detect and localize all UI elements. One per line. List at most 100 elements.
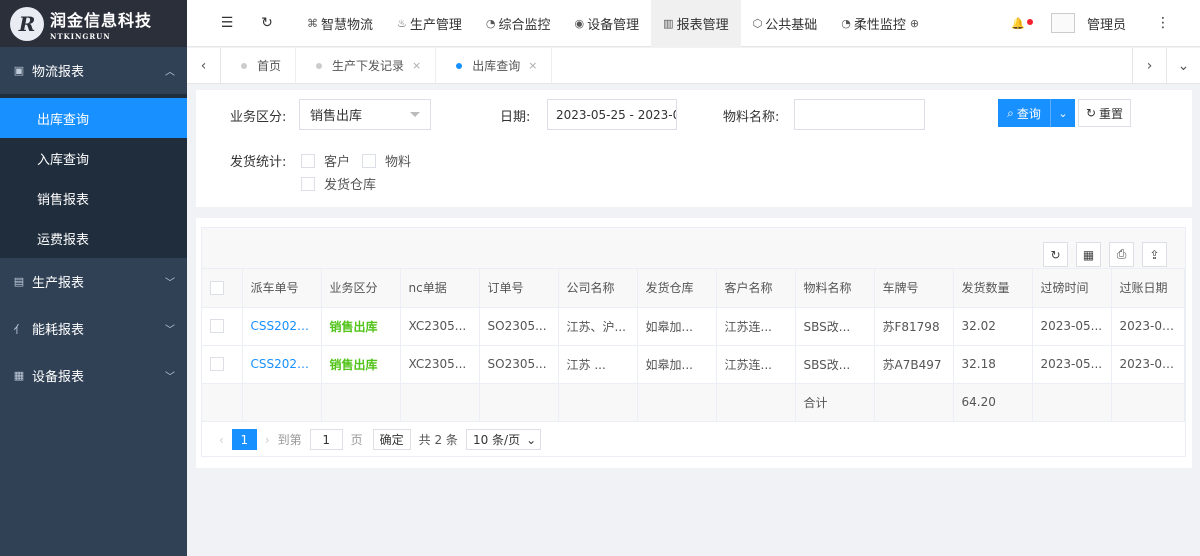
columns-icon[interactable]: ▦ bbox=[1076, 242, 1101, 267]
username[interactable]: 管理员 bbox=[1087, 14, 1126, 33]
sidebar-item-sales-report[interactable]: 销售报表 bbox=[0, 178, 187, 218]
page-label: 页 bbox=[350, 433, 363, 447]
row-checkbox[interactable] bbox=[210, 357, 224, 371]
business-type-select[interactable]: 销售出库 bbox=[299, 99, 431, 130]
nav-production[interactable]: ♨ 生产管理 bbox=[385, 0, 474, 47]
table-cell: SBS改... bbox=[795, 307, 875, 346]
sidebar: R 润金信息科技 NTKINGRUN ▣ 物流报表 ︿ 出库查询 入库查询 销售… bbox=[0, 0, 187, 556]
table-cell: SBS改... bbox=[795, 345, 875, 384]
column-header: 发货数量 bbox=[953, 269, 1033, 308]
avatar[interactable] bbox=[1050, 13, 1075, 33]
date-range-input[interactable]: 2023-05-25 - 2023-05-25 bbox=[547, 99, 677, 130]
material-name-input[interactable] bbox=[794, 99, 925, 130]
nav-equipment[interactable]: ◉ 设备管理 bbox=[563, 0, 652, 47]
column-header: 车牌号 bbox=[874, 269, 954, 308]
query-button[interactable]: ⌕ 查询 ⌄ bbox=[998, 99, 1075, 127]
table-cell: 如皋加... bbox=[637, 307, 717, 346]
table-cell: XC2305... bbox=[400, 307, 480, 346]
goto-page-input[interactable]: 1 bbox=[309, 429, 343, 450]
tab-home[interactable]: 首页 bbox=[221, 48, 297, 83]
column-header: 业务区分 bbox=[321, 269, 401, 308]
menu-equipment-reports[interactable]: ▦ 设备报表 ﹀ bbox=[0, 352, 187, 399]
refresh-icon[interactable]: ↻ bbox=[1043, 242, 1068, 267]
dispatch-no-link[interactable]: CSS2023... bbox=[242, 345, 322, 384]
table-cell: SO2305... bbox=[479, 345, 559, 384]
close-icon[interactable]: × bbox=[412, 59, 421, 72]
checkbox-material[interactable]: 物料 bbox=[362, 151, 411, 170]
report-icon: ▣ bbox=[13, 64, 25, 77]
nav-public-base[interactable]: ⬡ 公共基础 bbox=[741, 0, 830, 47]
nav-flex-monitoring[interactable]: ◔ 柔性监控 ⊕ bbox=[829, 0, 934, 47]
checkbox-customer[interactable]: 客户 bbox=[301, 151, 350, 170]
confirm-button[interactable]: 确定 bbox=[372, 429, 411, 450]
summary-row: 合计 64.20 bbox=[202, 383, 1185, 422]
nav-reports[interactable]: ▥ 报表管理 bbox=[651, 0, 741, 47]
column-header: 公司名称 bbox=[558, 269, 638, 308]
table-cell: 江苏 ... bbox=[558, 345, 638, 384]
collapse-menu-icon[interactable]: ☰ bbox=[207, 15, 247, 31]
refresh-icon: ↻ bbox=[1085, 106, 1097, 120]
checkbox-box[interactable] bbox=[301, 176, 315, 191]
report-icon: ▥ bbox=[663, 16, 674, 30]
sidebar-item-outbound-query[interactable]: 出库查询 bbox=[0, 98, 187, 138]
business-type-cell: 销售出库 bbox=[321, 345, 401, 384]
tabs-dropdown-icon[interactable]: ⌄ bbox=[1166, 48, 1200, 83]
notification-bell[interactable]: 🔔 bbox=[1011, 16, 1033, 31]
export-icon[interactable]: ⇪ bbox=[1142, 242, 1167, 267]
menu-label: 设备报表 bbox=[32, 370, 85, 385]
page-size-select[interactable]: 10 条/页 ⌄ bbox=[465, 429, 542, 450]
tab-production-dispatch[interactable]: 生产下发记录 × bbox=[296, 48, 437, 83]
more-icon[interactable]: ⋮ bbox=[1156, 15, 1170, 31]
sidebar-item-inbound-query[interactable]: 入库查询 bbox=[0, 138, 187, 178]
table-cell: XC2305... bbox=[400, 345, 480, 384]
gauge-icon: ◔ bbox=[841, 16, 851, 30]
logistics-submenu: 出库查询 入库查询 销售报表 运费报表 bbox=[0, 94, 187, 258]
checkbox-box[interactable] bbox=[301, 153, 315, 168]
checkbox-box[interactable] bbox=[362, 153, 376, 168]
page-1-button[interactable]: 1 bbox=[231, 429, 257, 450]
tabs-scroll-right-icon[interactable]: › bbox=[1132, 48, 1166, 83]
table-cell: 如皋加... bbox=[637, 345, 717, 384]
table-cell: 2023-05... bbox=[1111, 345, 1185, 384]
equipment-icon: ▦ bbox=[13, 369, 25, 382]
dispatch-no-link[interactable]: CSS2023... bbox=[242, 307, 322, 346]
tab-dot bbox=[241, 62, 247, 69]
chevron-up-icon: ︿ bbox=[165, 67, 175, 78]
select-all-checkbox[interactable] bbox=[210, 280, 224, 295]
close-icon[interactable]: × bbox=[528, 59, 537, 72]
menu-label: 能耗报表 bbox=[32, 323, 85, 338]
business-type-label: 业务区分: bbox=[230, 110, 287, 125]
menu-logistics-reports[interactable]: ▣ 物流报表 ︿ bbox=[0, 47, 187, 94]
date-label: 日期: bbox=[500, 110, 531, 125]
production-icon: ♨ bbox=[397, 16, 407, 30]
shipment-stats-label: 发货统计: bbox=[230, 155, 287, 170]
tab-outbound-query[interactable]: 出库查询 × bbox=[436, 48, 553, 83]
table-row[interactable]: CSS2023... 销售出库 XC2305... SO2305... 江苏 .… bbox=[202, 345, 1185, 384]
nav-smart-logistics[interactable]: ⌘ 智慧物流 bbox=[295, 0, 385, 47]
nav-monitoring[interactable]: ◔ 综合监控 bbox=[474, 0, 563, 47]
next-page-icon[interactable]: › bbox=[265, 433, 270, 447]
print-icon[interactable]: ⎙ bbox=[1109, 242, 1134, 267]
column-header: 过磅时间 bbox=[1032, 269, 1112, 308]
logo-mark: R bbox=[10, 6, 44, 41]
tabs-scroll-left-icon[interactable]: ‹ bbox=[187, 48, 221, 83]
tab-dot bbox=[456, 62, 463, 69]
menu-production-reports[interactable]: ▤ 生产报表 ﹀ bbox=[0, 258, 187, 305]
table-cell: 2023-05... bbox=[1032, 345, 1112, 384]
module-nav: ⌘ 智慧物流 ♨ 生产管理 ◔ 综合监控 ◉ 设备管理 ▥ 报表管理 ⬡ 公共基础 ◔ 柔性监… bbox=[295, 0, 934, 47]
table-cell: 江苏、沪... bbox=[558, 307, 638, 346]
chevron-down-icon[interactable]: ⌄ bbox=[1051, 107, 1075, 120]
search-form: 业务区分: 销售出库 日期: 2023-05-25 - 2023-05-25 物… bbox=[196, 90, 1192, 207]
table-row[interactable]: CSS2023... 销售出库 XC2305... SO2305... 江苏、沪… bbox=[202, 307, 1185, 346]
column-header: 发货仓库 bbox=[637, 269, 717, 308]
menu-energy-reports[interactable]: ⺅ 能耗报表 ﹀ bbox=[0, 305, 187, 352]
sidebar-item-freight-report[interactable]: 运费报表 bbox=[0, 218, 187, 258]
row-checkbox[interactable] bbox=[210, 319, 224, 333]
reset-button[interactable]: ↻ 重置 bbox=[1078, 99, 1131, 127]
prev-page-icon[interactable]: ‹ bbox=[219, 433, 224, 447]
checkbox-warehouse[interactable]: 发货仓库 bbox=[301, 174, 376, 193]
table-cell: 江苏连... bbox=[716, 345, 796, 384]
refresh-icon[interactable]: ↻ bbox=[247, 15, 287, 31]
column-header: nc单据 bbox=[400, 269, 480, 308]
column-header: 物料名称 bbox=[795, 269, 875, 308]
